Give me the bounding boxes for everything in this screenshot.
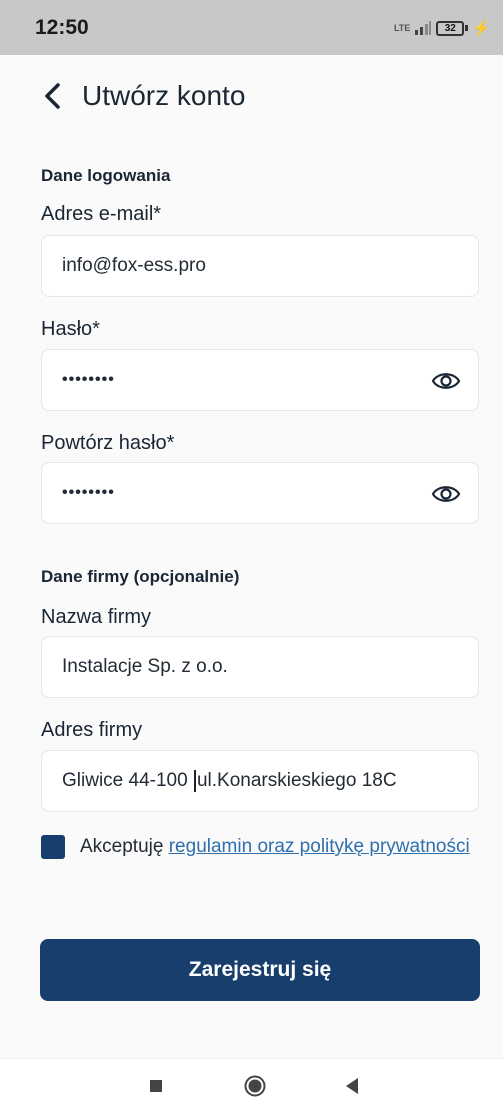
password-repeat-field[interactable]: •••••••• (41, 462, 479, 524)
battery-icon: 32 (436, 20, 465, 36)
charging-icon: ⚡ (472, 20, 491, 37)
password-label: Hasło* (41, 318, 100, 340)
password-value: •••••••• (62, 371, 115, 388)
email-field[interactable]: info@fox-ess.pro (41, 235, 479, 297)
company-section-title: Dane firmy (opcjonalnie) (41, 567, 240, 586)
eye-icon[interactable] (431, 367, 461, 395)
company-address-field[interactable]: Gliwice 44-100 ul.Konarskieskiego 18C (41, 750, 479, 812)
navigation-bar (0, 1058, 503, 1115)
recents-icon[interactable] (150, 1080, 162, 1092)
company-name-field[interactable]: Instalacje Sp. z o.o. (41, 636, 479, 698)
status-indicators: LTE 32 ⚡ (394, 19, 491, 37)
network-type: LTE (393, 22, 411, 33)
password-repeat-label: Powtórz hasło* (41, 432, 175, 454)
terms-text: Akceptuję regulamin oraz politykę prywat… (80, 834, 480, 859)
header: Utwórz konto (40, 80, 245, 112)
email-label: Adres e-mail* (41, 203, 162, 225)
terms-prefix: Akceptuję (80, 836, 169, 857)
company-address-label: Adres firmy (41, 719, 143, 741)
register-button[interactable]: Zarejestruj się (40, 939, 480, 1001)
home-icon[interactable] (244, 1075, 266, 1097)
password-repeat-value: •••••••• (62, 484, 115, 501)
terms-checkbox[interactable] (41, 835, 65, 859)
signal-icon (415, 21, 432, 35)
status-bar: 12:50 LTE 32 ⚡ (0, 0, 503, 55)
back-icon[interactable] (344, 1077, 360, 1095)
company-name-value: Instalacje Sp. z o.o. (62, 656, 228, 677)
status-time: 12:50 (35, 16, 89, 39)
back-arrow-icon[interactable] (40, 81, 66, 111)
company-address-value-end: ul.Konarskieskiego 18C (196, 770, 397, 791)
email-value: info@fox-ess.pro (62, 255, 206, 276)
company-address-value-start: Gliwice 44-100 (62, 770, 193, 791)
text-cursor (193, 770, 196, 792)
terms-link[interactable]: regulamin oraz politykę prywatności (169, 836, 470, 857)
battery-tip (465, 25, 469, 31)
page-title: Utwórz konto (82, 80, 246, 111)
login-section-title: Dane logowania (41, 166, 171, 185)
company-name-label: Nazwa firmy (41, 606, 152, 628)
password-field[interactable]: •••••••• (41, 349, 479, 411)
eye-icon[interactable] (431, 480, 461, 508)
battery-level: 32 (444, 22, 456, 34)
